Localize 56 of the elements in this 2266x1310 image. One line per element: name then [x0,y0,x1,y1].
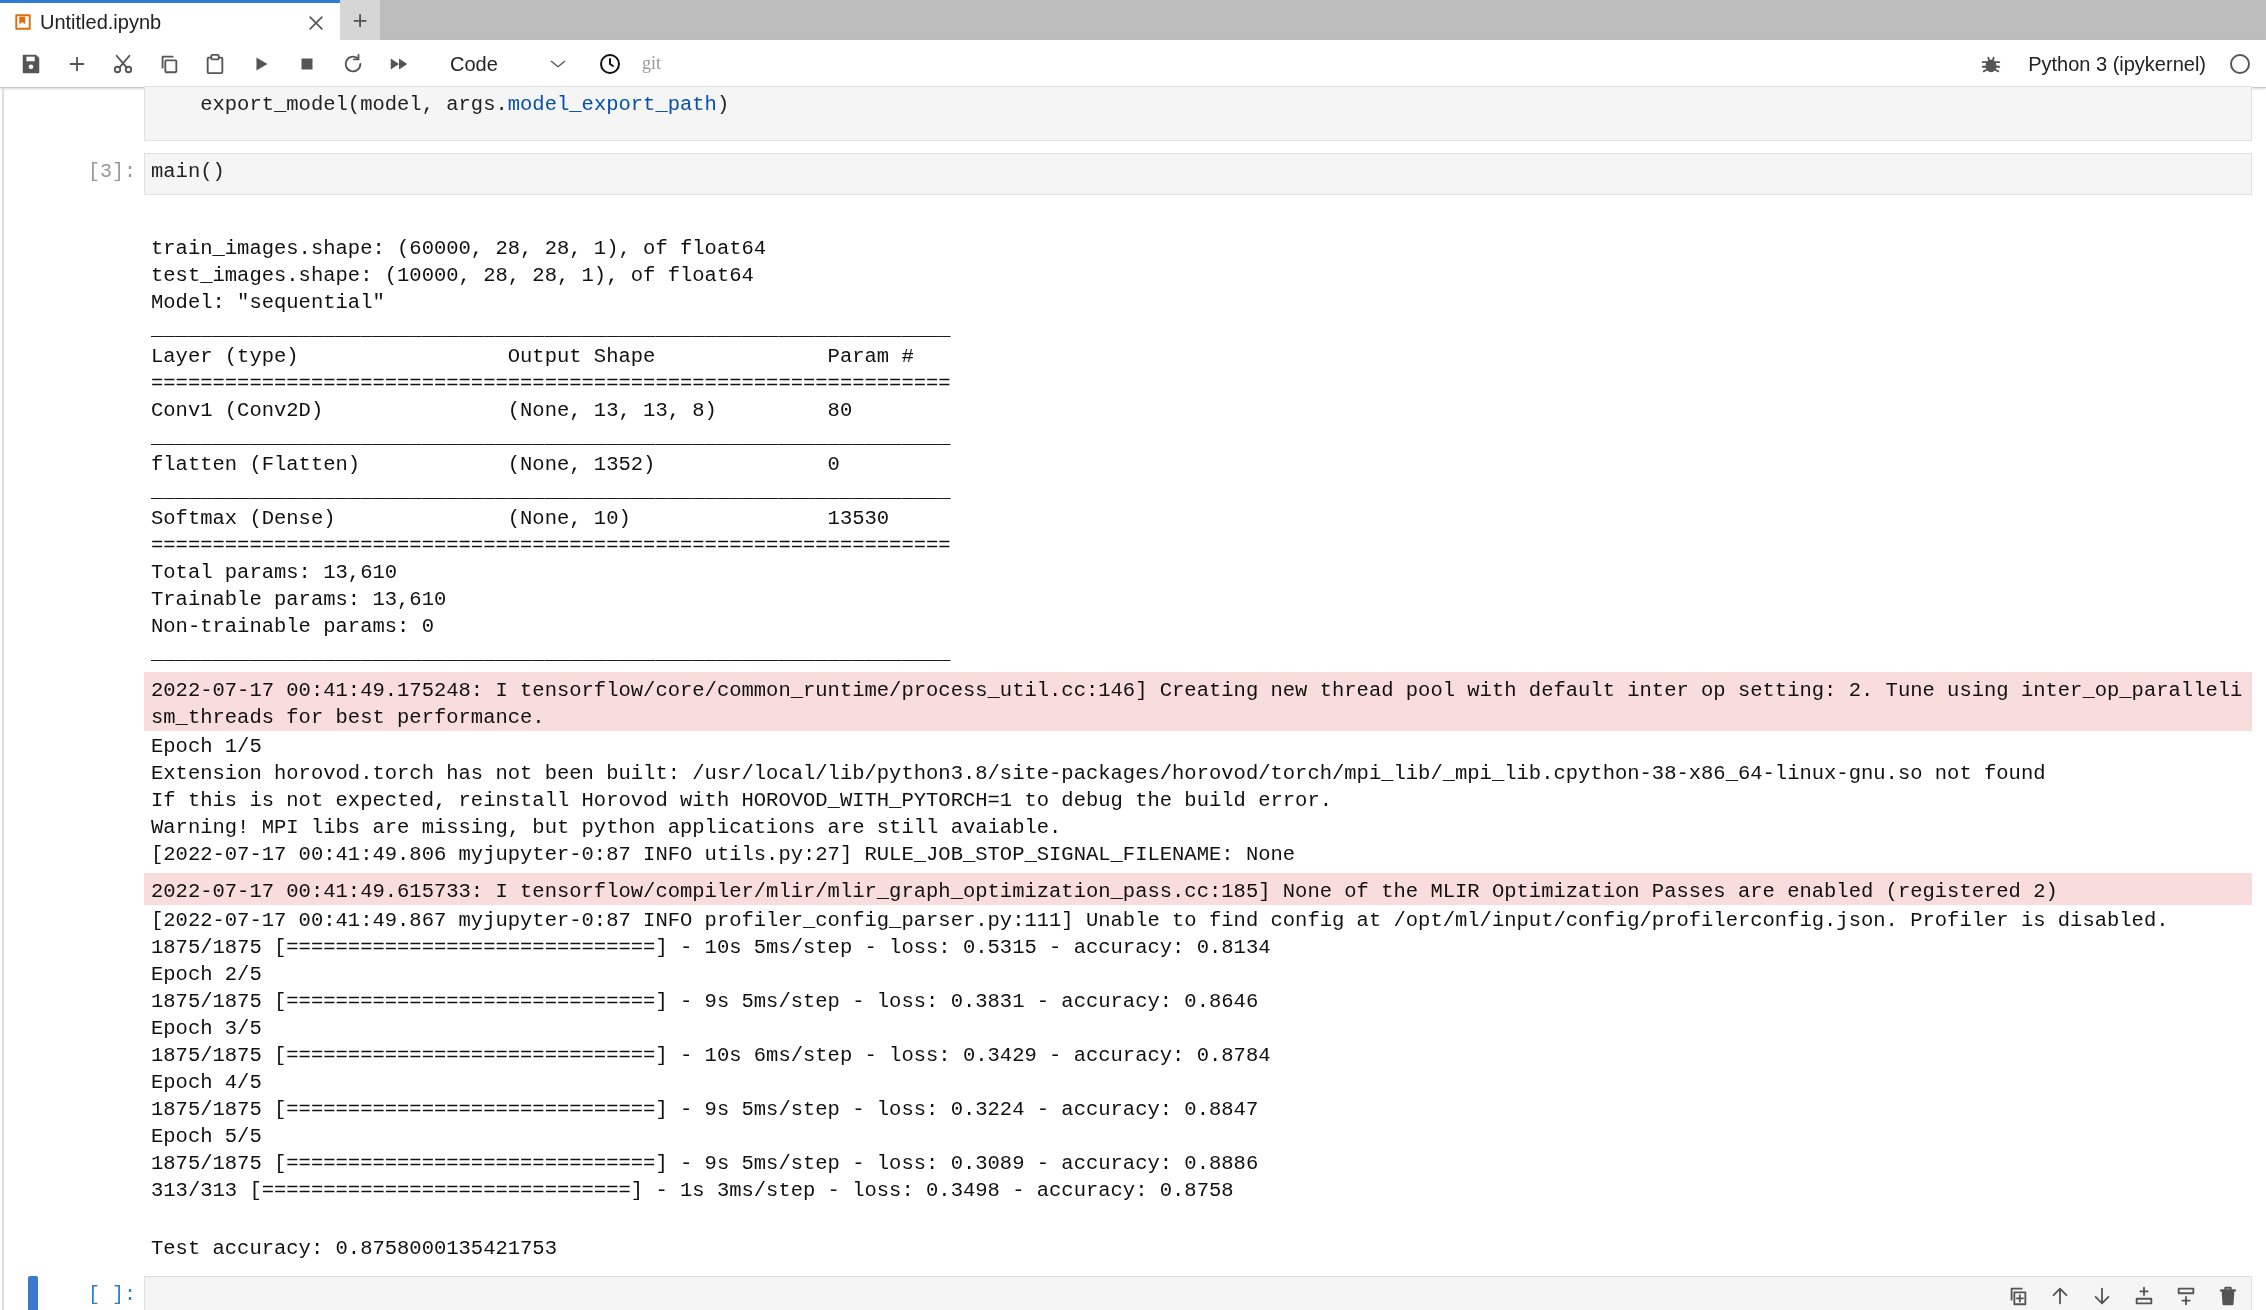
insert-above-icon [2133,1285,2155,1307]
notebook-tab[interactable]: Untitled.ipynb [0,0,340,40]
clock-icon [598,51,622,76]
output-line: Epoch 3/5 [151,1016,263,1042]
output-line: Extension horovod.torch has not been built: /usr/local/lib/python3.8/site-packages/horovod/torch/mpi_lib/_mpi_lib.cpython-38-x86_64-linux-gnu.so not found [151,761,2047,787]
output-line: _________________________________________________________________ [151,641,952,667]
kernel-name-button[interactable]: Python 3 (ipykernel) [2022,47,2212,80]
output-line: _________________________________________________________________ [151,425,952,451]
output-line: Softmax (Dense) (None, 10) 13530 [151,506,891,532]
output-line: 2022-07-17 00:41:49.615733: I tensorflow/compiler/mlir/mlir_graph_optimization_pass.cc:185] None of the MLIR Optimization Passes are enabled (registered 2) [151,879,2059,905]
code-line: export_model(model, args.model_export_path) [199,92,731,118]
output-line: 1875/1875 [==============================] - 9s 5ms/step - loss: 0.3089 - accuracy: 0.8886 [151,1151,1260,1177]
output-line: train_images.shape: (60000, 28, 28, 1), of float64 [151,236,768,262]
output-line: Epoch 5/5 [151,1124,263,1150]
code-cell-input[interactable]: main() [144,153,2252,195]
insert-below-icon [2175,1285,2197,1307]
output-line: Layer (type) Output Shape Param # [151,344,915,370]
input-prompt: [3]: [88,160,136,183]
output-line: Trainable params: 13,610 [151,587,448,613]
output-line: [2022-07-17 00:41:49.806 myjupyter-0:87 INFO utils.py:27] RULE_JOB_STOP_SIGNAL_FILENAME: None [151,842,1297,868]
output-line: Model: "sequential" [151,290,386,316]
output-line: 1875/1875 [==============================] - 9s 5ms/step - loss: 0.3831 - accuracy: 0.8646 [151,989,1260,1015]
output-line: Test accuracy: 0.8758000135421753 [151,1236,558,1262]
output-line: _________________________________________________________________ [151,317,952,343]
output-line: 1875/1875 [==============================] - 9s 5ms/step - loss: 0.3224 - accuracy: 0.8847 [151,1097,1260,1123]
input-prompt: [ ]: [88,1283,136,1306]
output-line: flatten (Flatten) (None, 1352) 0 [151,452,841,478]
output-line: Epoch 4/5 [151,1070,263,1096]
output-line: 1875/1875 [==============================] - 10s 5ms/step - loss: 0.5315 - accuracy: 0.8134 [151,935,1272,961]
output-line: Conv1 (Conv2D) (None, 13, 13, 8) 80 [151,398,854,424]
output-line: Warning! MPI libs are missing, but python applications are still avaiable. [151,815,1063,841]
output-line: _________________________________________________________________ [151,479,952,505]
output-line: Epoch 2/5 [151,962,263,988]
code-cell-input[interactable]: export_model(model, args.model_export_path) [144,86,2252,141]
new-tab-button[interactable]: + [340,0,380,40]
notebook-icon [14,12,32,31]
output-line: Epoch 1/5 [151,734,263,760]
save-icon [20,52,42,75]
clipboard-icon [204,52,226,75]
code-cell-input[interactable] [144,1276,2252,1310]
scissors-icon [112,52,134,75]
output-line: 313/313 [==============================] - 1s 3ms/step - loss: 0.3498 - accuracy: 0.8758 [151,1178,1235,1204]
output-line: 1875/1875 [==============================] - 10s 6ms/step - loss: 0.3429 - accuracy: 0.8784 [151,1043,1272,1069]
output-line: test_images.shape: (10000, 28, 28, 1), of float64 [151,263,755,289]
restart-icon [342,52,364,75]
trash-icon [2217,1285,2239,1307]
output-line: 2022-07-17 00:41:49.175248: I tensorflow/core/common_runtime/process_util.cc:146] Creating new thread pool with default inter op setting: 2. Tune using inter_op_parallelism_threads for best performance. [151,678,2243,731]
output-line: ================================================================= [151,371,952,397]
output-line: Non-trainable params: 0 [151,614,435,640]
cell-type-dropdown[interactable]: Code [438,46,578,81]
caret-icon [550,58,566,69]
output-line: [2022-07-17 00:41:49.867 myjupyter-0:87 INFO profiler_config_parser.py:111] Unable to find config at /opt/ml/input/config/profilerconfig.json. Profiler is disabled. [151,908,2170,934]
code-line: main() [151,159,226,185]
output-line: Total params: 13,610 [151,560,399,586]
output-line: ================================================================= [151,533,952,559]
output-line: If this is not expected, reinstall Horovod with HOROVOD_WITH_PYTORCH=1 to debug the build error. [151,788,1333,814]
